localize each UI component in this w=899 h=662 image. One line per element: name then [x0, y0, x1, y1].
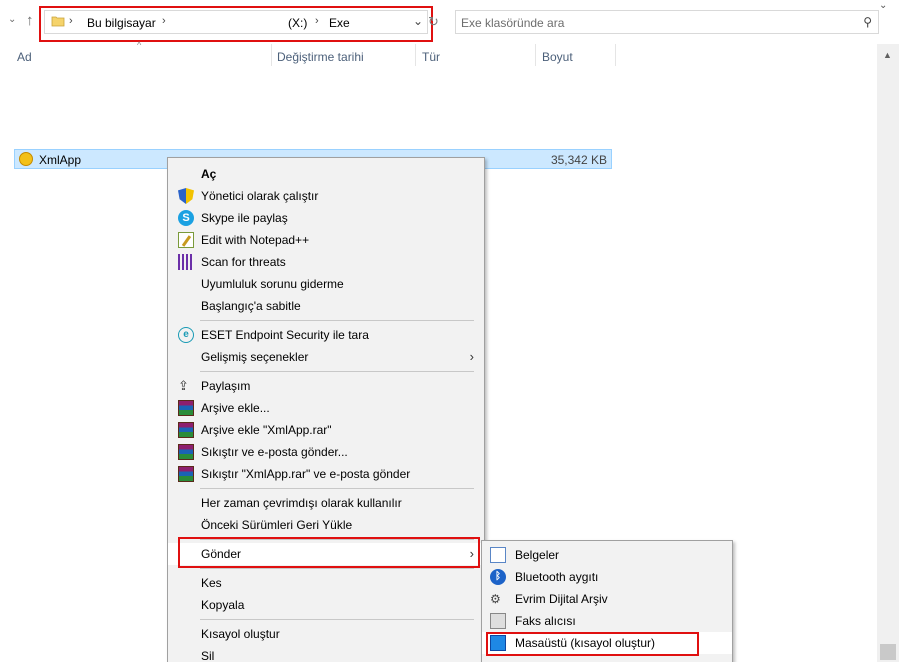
search-box[interactable]: Exe klasöründe ara ⚲	[455, 10, 879, 34]
shield-icon	[178, 188, 194, 204]
column-header-type[interactable]: Tür	[422, 50, 440, 64]
menu-item-label: Gelişmiş seçenekler	[201, 350, 309, 364]
menu-item-label: Her zaman çevrimdışı olarak kullanılır	[201, 496, 402, 510]
application-icon	[19, 152, 33, 166]
menu-item-create-shortcut[interactable]: Kısayol oluştur	[168, 623, 484, 645]
menu-separator	[200, 488, 474, 489]
menu-item-cut[interactable]: Kes	[168, 572, 484, 594]
menu-item-copy[interactable]: Kopyala	[168, 594, 484, 616]
menu-item-label: Kısayol oluştur	[201, 627, 280, 641]
menu-item-label: Sıkıştır "XmlApp.rar" ve e-posta gönder	[201, 467, 411, 481]
menu-item-label: Yönetici olarak çalıştır	[201, 189, 319, 203]
context-menu: Aç Yönetici olarak çalıştır S Skype ile …	[167, 157, 485, 662]
menu-item-run-as-admin[interactable]: Yönetici olarak çalıştır	[168, 185, 484, 207]
menu-item-eset-scan[interactable]: e ESET Endpoint Security ile tara	[168, 324, 484, 346]
recent-locations-icon[interactable]: ⌄	[8, 14, 16, 25]
window-edge-icon: ⌄	[879, 0, 888, 11]
menu-separator	[200, 371, 474, 372]
menu-item-edit-notepad[interactable]: Edit with Notepad++	[168, 229, 484, 251]
menu-item-open[interactable]: Aç	[168, 163, 484, 185]
menu-item-restore-versions[interactable]: Önceki Sürümleri Geri Yükle	[168, 514, 484, 536]
menu-item-label: Sil	[201, 649, 215, 662]
column-header-date-modified[interactable]: Değiştirme tarihi	[277, 50, 364, 64]
menu-item-label: Scan for threats	[201, 255, 286, 269]
menu-item-add-archive[interactable]: Arşive ekle...	[168, 397, 484, 419]
menu-item-label: Arşive ekle...	[201, 401, 270, 415]
menu-item-label: Paylaşım	[201, 379, 251, 393]
navigation-bar: ⌄ ↑ › Bu bilgisayar › (X:) › Exe ⌄ ↻ Exe…	[0, 0, 899, 44]
menu-item-label: Başlangıç'a sabitle	[201, 299, 301, 313]
menu-item-skype-share[interactable]: S Skype ile paylaş	[168, 207, 484, 229]
submenu-item-label: Faks alıcısı	[515, 614, 576, 628]
eset-icon: e	[178, 327, 194, 343]
skype-icon: S	[178, 210, 194, 226]
menu-item-label: Arşive ekle "XmlApp.rar"	[201, 423, 332, 437]
column-divider[interactable]	[535, 44, 536, 66]
scan-icon	[178, 254, 194, 270]
menu-item-label: Skype ile paylaş	[201, 211, 288, 225]
scroll-thumb[interactable]	[880, 644, 896, 660]
winrar-icon	[178, 444, 194, 460]
winrar-icon	[178, 400, 194, 416]
menu-item-advanced-options[interactable]: Gelişmiş seçenekler ›	[168, 346, 484, 368]
fax-icon	[490, 613, 506, 629]
refresh-icon[interactable]: ↻	[428, 14, 439, 30]
menu-item-add-archive-named[interactable]: Arşive ekle "XmlApp.rar"	[168, 419, 484, 441]
menu-separator	[200, 619, 474, 620]
archive-icon: ⚙	[490, 592, 501, 606]
menu-item-label: Kes	[201, 576, 222, 590]
column-divider[interactable]	[415, 44, 416, 66]
chevron-right-icon: ›	[469, 349, 474, 364]
menu-item-label: Uyumluluk sorunu giderme	[201, 277, 344, 291]
submenu-item-label: Bluetooth aygıtı	[515, 570, 599, 584]
submenu-item-bluetooth[interactable]: ᛒ Bluetooth aygıtı	[482, 566, 732, 588]
document-icon	[490, 547, 506, 563]
winrar-icon	[178, 466, 194, 482]
search-placeholder: Exe klasöründe ara	[461, 16, 565, 30]
submenu-item-digital-archive[interactable]: ⚙ Evrim Dijital Arşiv	[482, 588, 732, 610]
menu-item-label: Sıkıştır ve e-posta gönder...	[201, 445, 348, 459]
menu-separator	[200, 568, 474, 569]
desktop-shortcut-highlight-box	[486, 632, 699, 656]
menu-item-troubleshoot[interactable]: Uyumluluk sorunu giderme	[168, 273, 484, 295]
bluetooth-icon: ᛒ	[490, 569, 506, 585]
menu-item-compress-email[interactable]: Sıkıştır ve e-posta gönder...	[168, 441, 484, 463]
column-header-size[interactable]: Boyut	[542, 50, 573, 64]
menu-item-compress-named-email[interactable]: Sıkıştır "XmlApp.rar" ve e-posta gönder	[168, 463, 484, 485]
up-arrow-icon[interactable]: ↑	[26, 12, 34, 29]
vertical-scrollbar[interactable]: ▲	[877, 44, 899, 662]
file-name: XmlApp	[39, 153, 82, 167]
column-divider[interactable]	[271, 44, 272, 66]
submenu-item-label: Belgeler	[515, 548, 560, 562]
menu-item-share[interactable]: ⇪ Paylaşım	[168, 375, 484, 397]
file-size: 35,342 KB	[550, 153, 607, 167]
menu-item-label: Edit with Notepad++	[201, 233, 310, 247]
menu-item-offline[interactable]: Her zaman çevrimdışı olarak kullanılır	[168, 492, 484, 514]
scroll-up-icon[interactable]: ▲	[883, 50, 892, 60]
submenu-item-label: Evrim Dijital Arşiv	[515, 592, 608, 606]
notepad-icon	[178, 232, 194, 248]
winrar-icon	[178, 422, 194, 438]
column-divider[interactable]	[615, 44, 616, 66]
share-icon: ⇪	[178, 378, 189, 393]
search-icon[interactable]: ⚲	[863, 15, 872, 29]
menu-separator	[200, 320, 474, 321]
send-to-highlight-box	[178, 537, 480, 568]
menu-item-pin-start[interactable]: Başlangıç'a sabitle	[168, 295, 484, 317]
menu-item-delete[interactable]: Sil	[168, 645, 484, 662]
submenu-item-fax[interactable]: Faks alıcısı	[482, 610, 732, 632]
menu-item-scan-threats[interactable]: Scan for threats	[168, 251, 484, 273]
menu-item-label: Aç	[201, 167, 217, 181]
menu-item-label: ESET Endpoint Security ile tara	[201, 328, 369, 342]
address-highlight-box	[39, 6, 433, 42]
submenu-item-documents[interactable]: Belgeler	[482, 544, 732, 566]
column-header-name[interactable]: Ad	[17, 50, 32, 64]
menu-item-label: Kopyala	[201, 598, 245, 612]
sort-ascending-icon: ^	[137, 40, 142, 50]
menu-item-label: Önceki Sürümleri Geri Yükle	[201, 518, 353, 532]
